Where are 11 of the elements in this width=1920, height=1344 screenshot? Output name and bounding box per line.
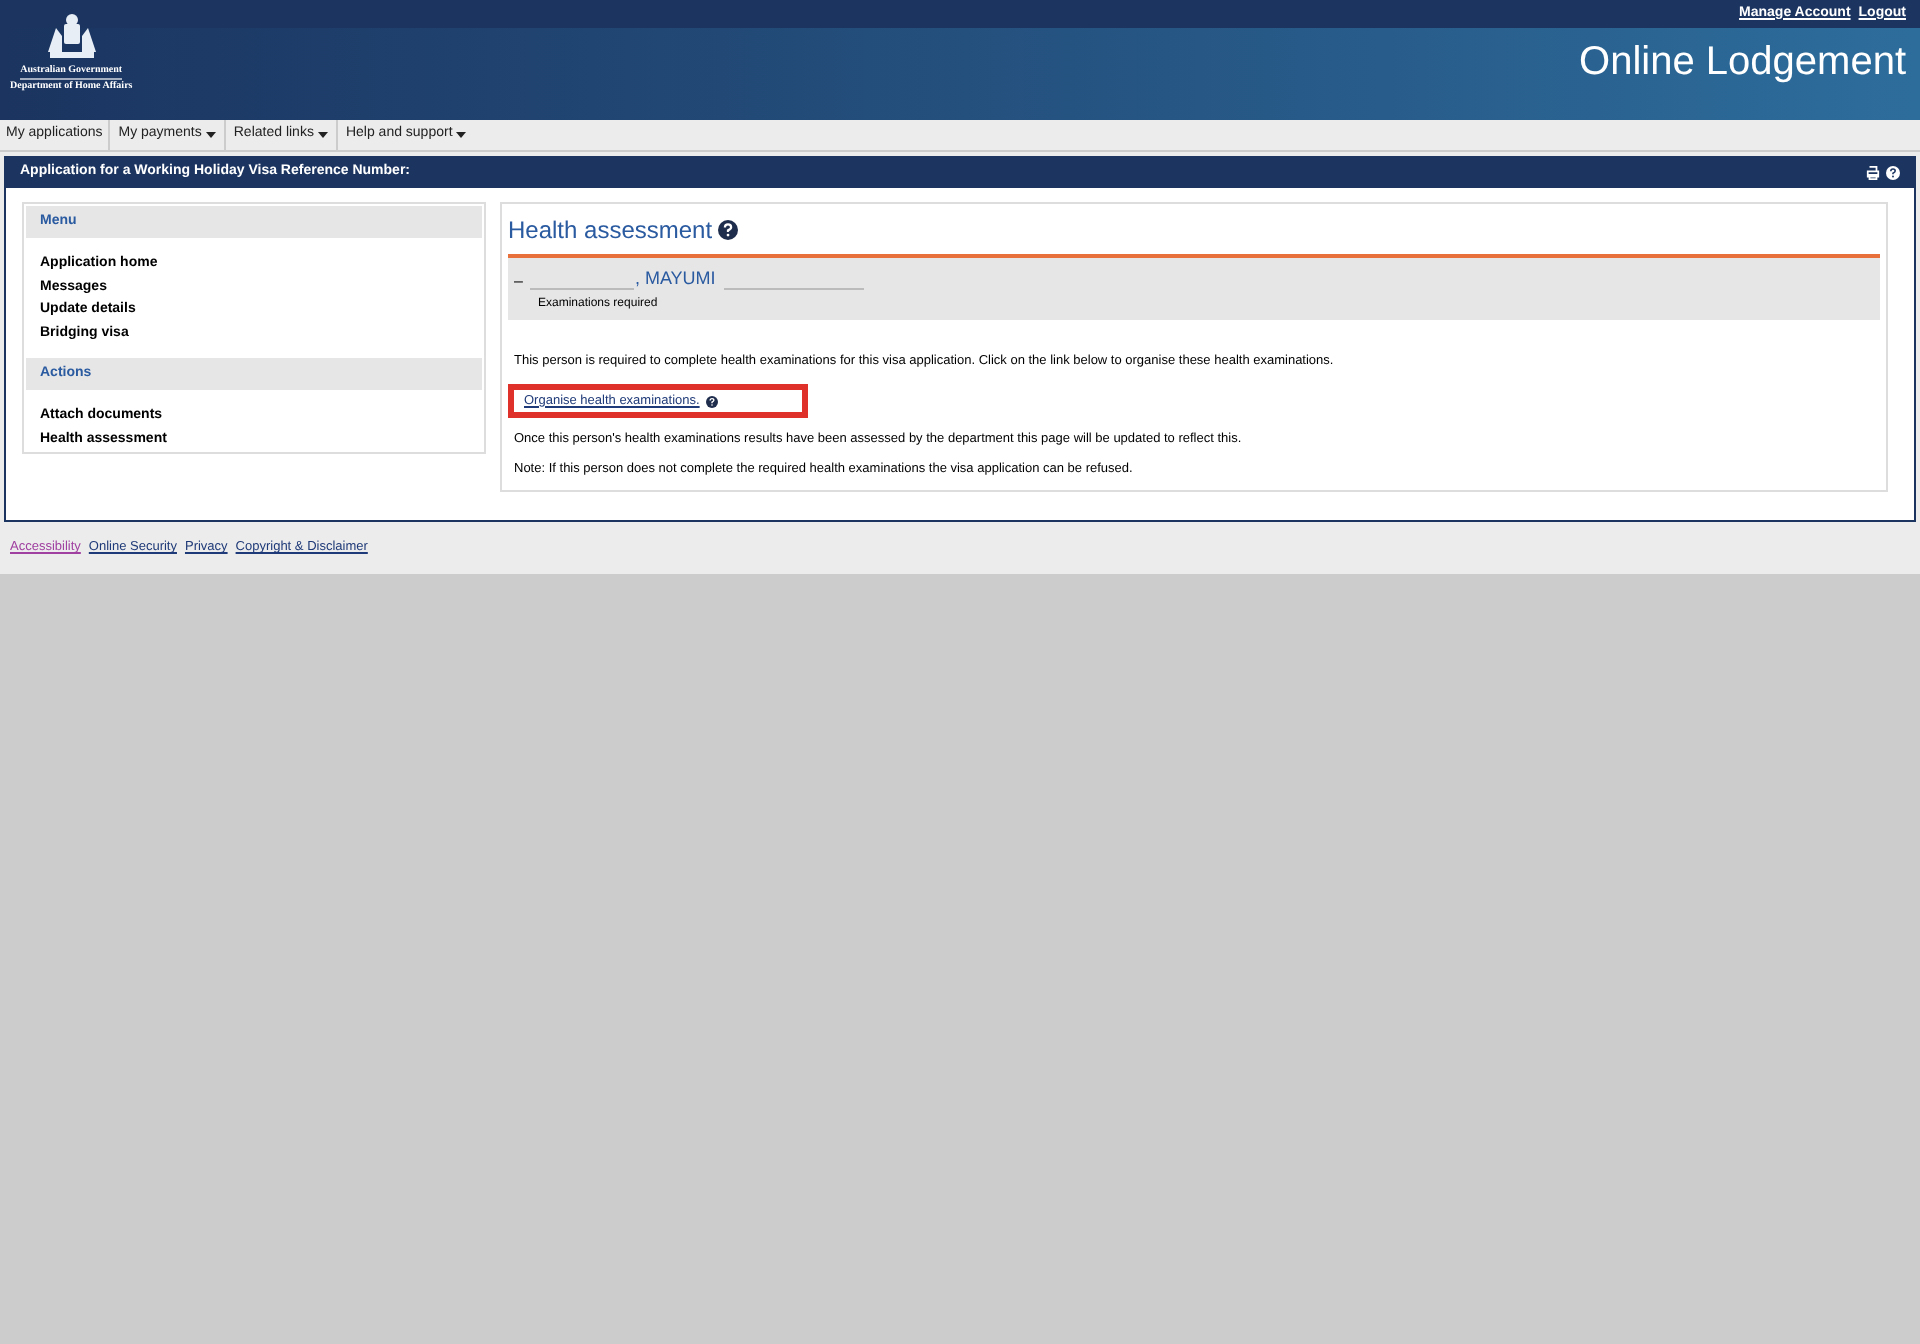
section-title: Health assessment — [508, 214, 713, 248]
applicant-name: , MAYUMI — [634, 266, 716, 292]
caret-icon — [456, 132, 467, 138]
help-icon[interactable] — [718, 220, 739, 240]
help-icon[interactable] — [705, 395, 718, 408]
site-title: Online Lodgement — [1579, 42, 1906, 82]
caret-icon — [317, 132, 328, 138]
applicant-prefix: – — [514, 269, 523, 293]
caret-icon — [205, 132, 216, 138]
print-icon[interactable] — [1866, 166, 1880, 180]
help-icon[interactable] — [1886, 166, 1900, 180]
